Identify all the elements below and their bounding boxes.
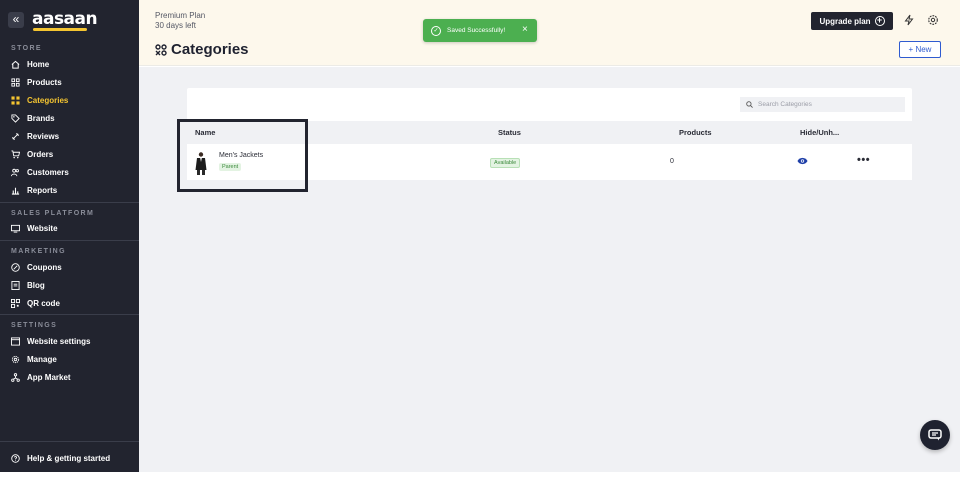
logo[interactable]: aasaan: [32, 9, 98, 29]
grid-icon: [11, 77, 20, 87]
section-label-settings: SETTINGS: [11, 322, 58, 329]
sidebar-item-label: Manage: [27, 354, 57, 364]
monitor-icon: [11, 224, 20, 233]
document-icon: [11, 280, 20, 290]
sidebar-item-website[interactable]: Website: [11, 221, 58, 235]
sidebar-item-label: Coupons: [27, 262, 62, 272]
help-getting-started[interactable]: Help & getting started: [11, 452, 110, 464]
sidebar-item-label: App Market: [27, 372, 71, 382]
more-options-icon[interactable]: •••: [857, 154, 870, 166]
sidebar-item-label: Customers: [27, 167, 69, 177]
sidebar-item-reports[interactable]: Reports: [11, 183, 57, 197]
sidebar-item-label: Home: [27, 59, 50, 69]
divider: [0, 202, 139, 203]
new-category-button[interactable]: + New: [899, 41, 941, 58]
sidebar: « aasaan STORE Home Products Categories …: [0, 0, 139, 472]
sidebar-item-qr-code[interactable]: QR code: [11, 296, 60, 310]
cart-icon: [11, 149, 20, 158]
product-count: 0: [670, 158, 674, 165]
users-icon: [11, 168, 19, 176]
browser-settings-icon: [11, 336, 20, 346]
page-title-wrap: Categories: [155, 41, 249, 58]
status-badge: Available: [490, 158, 521, 168]
home-icon: [11, 60, 20, 69]
search-icon: [746, 101, 753, 108]
sidebar-item-products[interactable]: Products: [11, 75, 62, 89]
sidebar-item-label: Website: [27, 223, 58, 233]
divider: [0, 240, 139, 241]
sidebar-item-label: Website settings: [27, 336, 91, 346]
sidebar-item-website-settings[interactable]: Website settings: [11, 334, 90, 348]
highlight-box: [177, 119, 308, 192]
divider: [0, 314, 139, 315]
sidebar-item-label: Categories: [27, 95, 69, 105]
chat-icon: [928, 429, 942, 441]
gear-icon: [11, 355, 20, 363]
sidebar-item-label: Orders: [27, 149, 54, 159]
qr-code-icon: [11, 298, 20, 308]
sidebar-item-label: QR code: [27, 298, 60, 308]
lightning-icon[interactable]: [903, 14, 915, 26]
sidebar-item-home[interactable]: Home: [11, 57, 49, 71]
plan-name: Premium Plan: [155, 11, 206, 20]
check-circle-icon: ✓: [431, 25, 441, 36]
eye-icon[interactable]: [797, 157, 808, 165]
toast-message: Saved Successfully!: [447, 27, 506, 34]
tag-icon: [11, 113, 20, 123]
divider: [0, 441, 139, 442]
sidebar-item-label: Blog: [27, 280, 45, 290]
search-input[interactable]: Search Categories: [740, 97, 905, 112]
help-icon: [11, 453, 20, 463]
sidebar-item-label: Reviews: [27, 131, 60, 141]
sidebar-item-brands[interactable]: Brands: [11, 111, 55, 125]
sidebar-item-categories[interactable]: Categories: [11, 93, 68, 107]
toast-close-button[interactable]: ×: [522, 24, 528, 35]
section-label-sales-platform: SALES PLATFORM: [11, 210, 95, 217]
success-toast: ✓ Saved Successfully! ×: [423, 19, 537, 42]
plus-circle-icon: +: [874, 16, 885, 26]
upgrade-plan-label: Upgrade plan: [819, 16, 871, 26]
sidebar-item-label: Products: [27, 77, 62, 87]
categories-icon: [155, 43, 167, 56]
column-header-products[interactable]: Products: [679, 128, 712, 137]
sidebar-item-app-market[interactable]: App Market: [11, 370, 71, 384]
sidebar-item-reviews[interactable]: Reviews: [11, 129, 59, 143]
section-label-store: STORE: [11, 45, 42, 52]
plan-days-left: 30 days left: [155, 21, 196, 30]
categories-icon: [11, 95, 20, 105]
settings-gear-icon[interactable]: [927, 14, 939, 26]
collapse-sidebar-button[interactable]: «: [8, 12, 24, 28]
column-header-visibility[interactable]: Hide/Unh...: [800, 128, 839, 137]
section-label-marketing: MARKETING: [11, 248, 66, 255]
help-label: Help & getting started: [27, 453, 111, 463]
search-placeholder: Search Categories: [758, 101, 812, 108]
sidebar-item-manage[interactable]: Manage: [11, 352, 57, 366]
sidebar-item-coupons[interactable]: Coupons: [11, 260, 62, 274]
link-icon: [11, 132, 20, 140]
topbar: Premium Plan 30 days left Categories Upg…: [139, 0, 960, 66]
sidebar-item-customers[interactable]: Customers: [11, 165, 69, 179]
page-title: Categories: [171, 41, 249, 58]
sidebar-item-label: Brands: [27, 113, 55, 123]
sidebar-item-orders[interactable]: Orders: [11, 147, 53, 161]
sidebar-item-blog[interactable]: Blog: [11, 278, 45, 292]
chat-button[interactable]: [920, 420, 950, 450]
bar-chart-icon: [11, 187, 20, 195]
app-market-icon: [11, 372, 20, 382]
sidebar-item-label: Reports: [27, 185, 58, 195]
upgrade-plan-button[interactable]: Upgrade plan +: [811, 12, 893, 30]
column-header-status[interactable]: Status: [498, 128, 521, 137]
logo-underline: [33, 28, 87, 31]
coupon-icon: [11, 262, 20, 272]
